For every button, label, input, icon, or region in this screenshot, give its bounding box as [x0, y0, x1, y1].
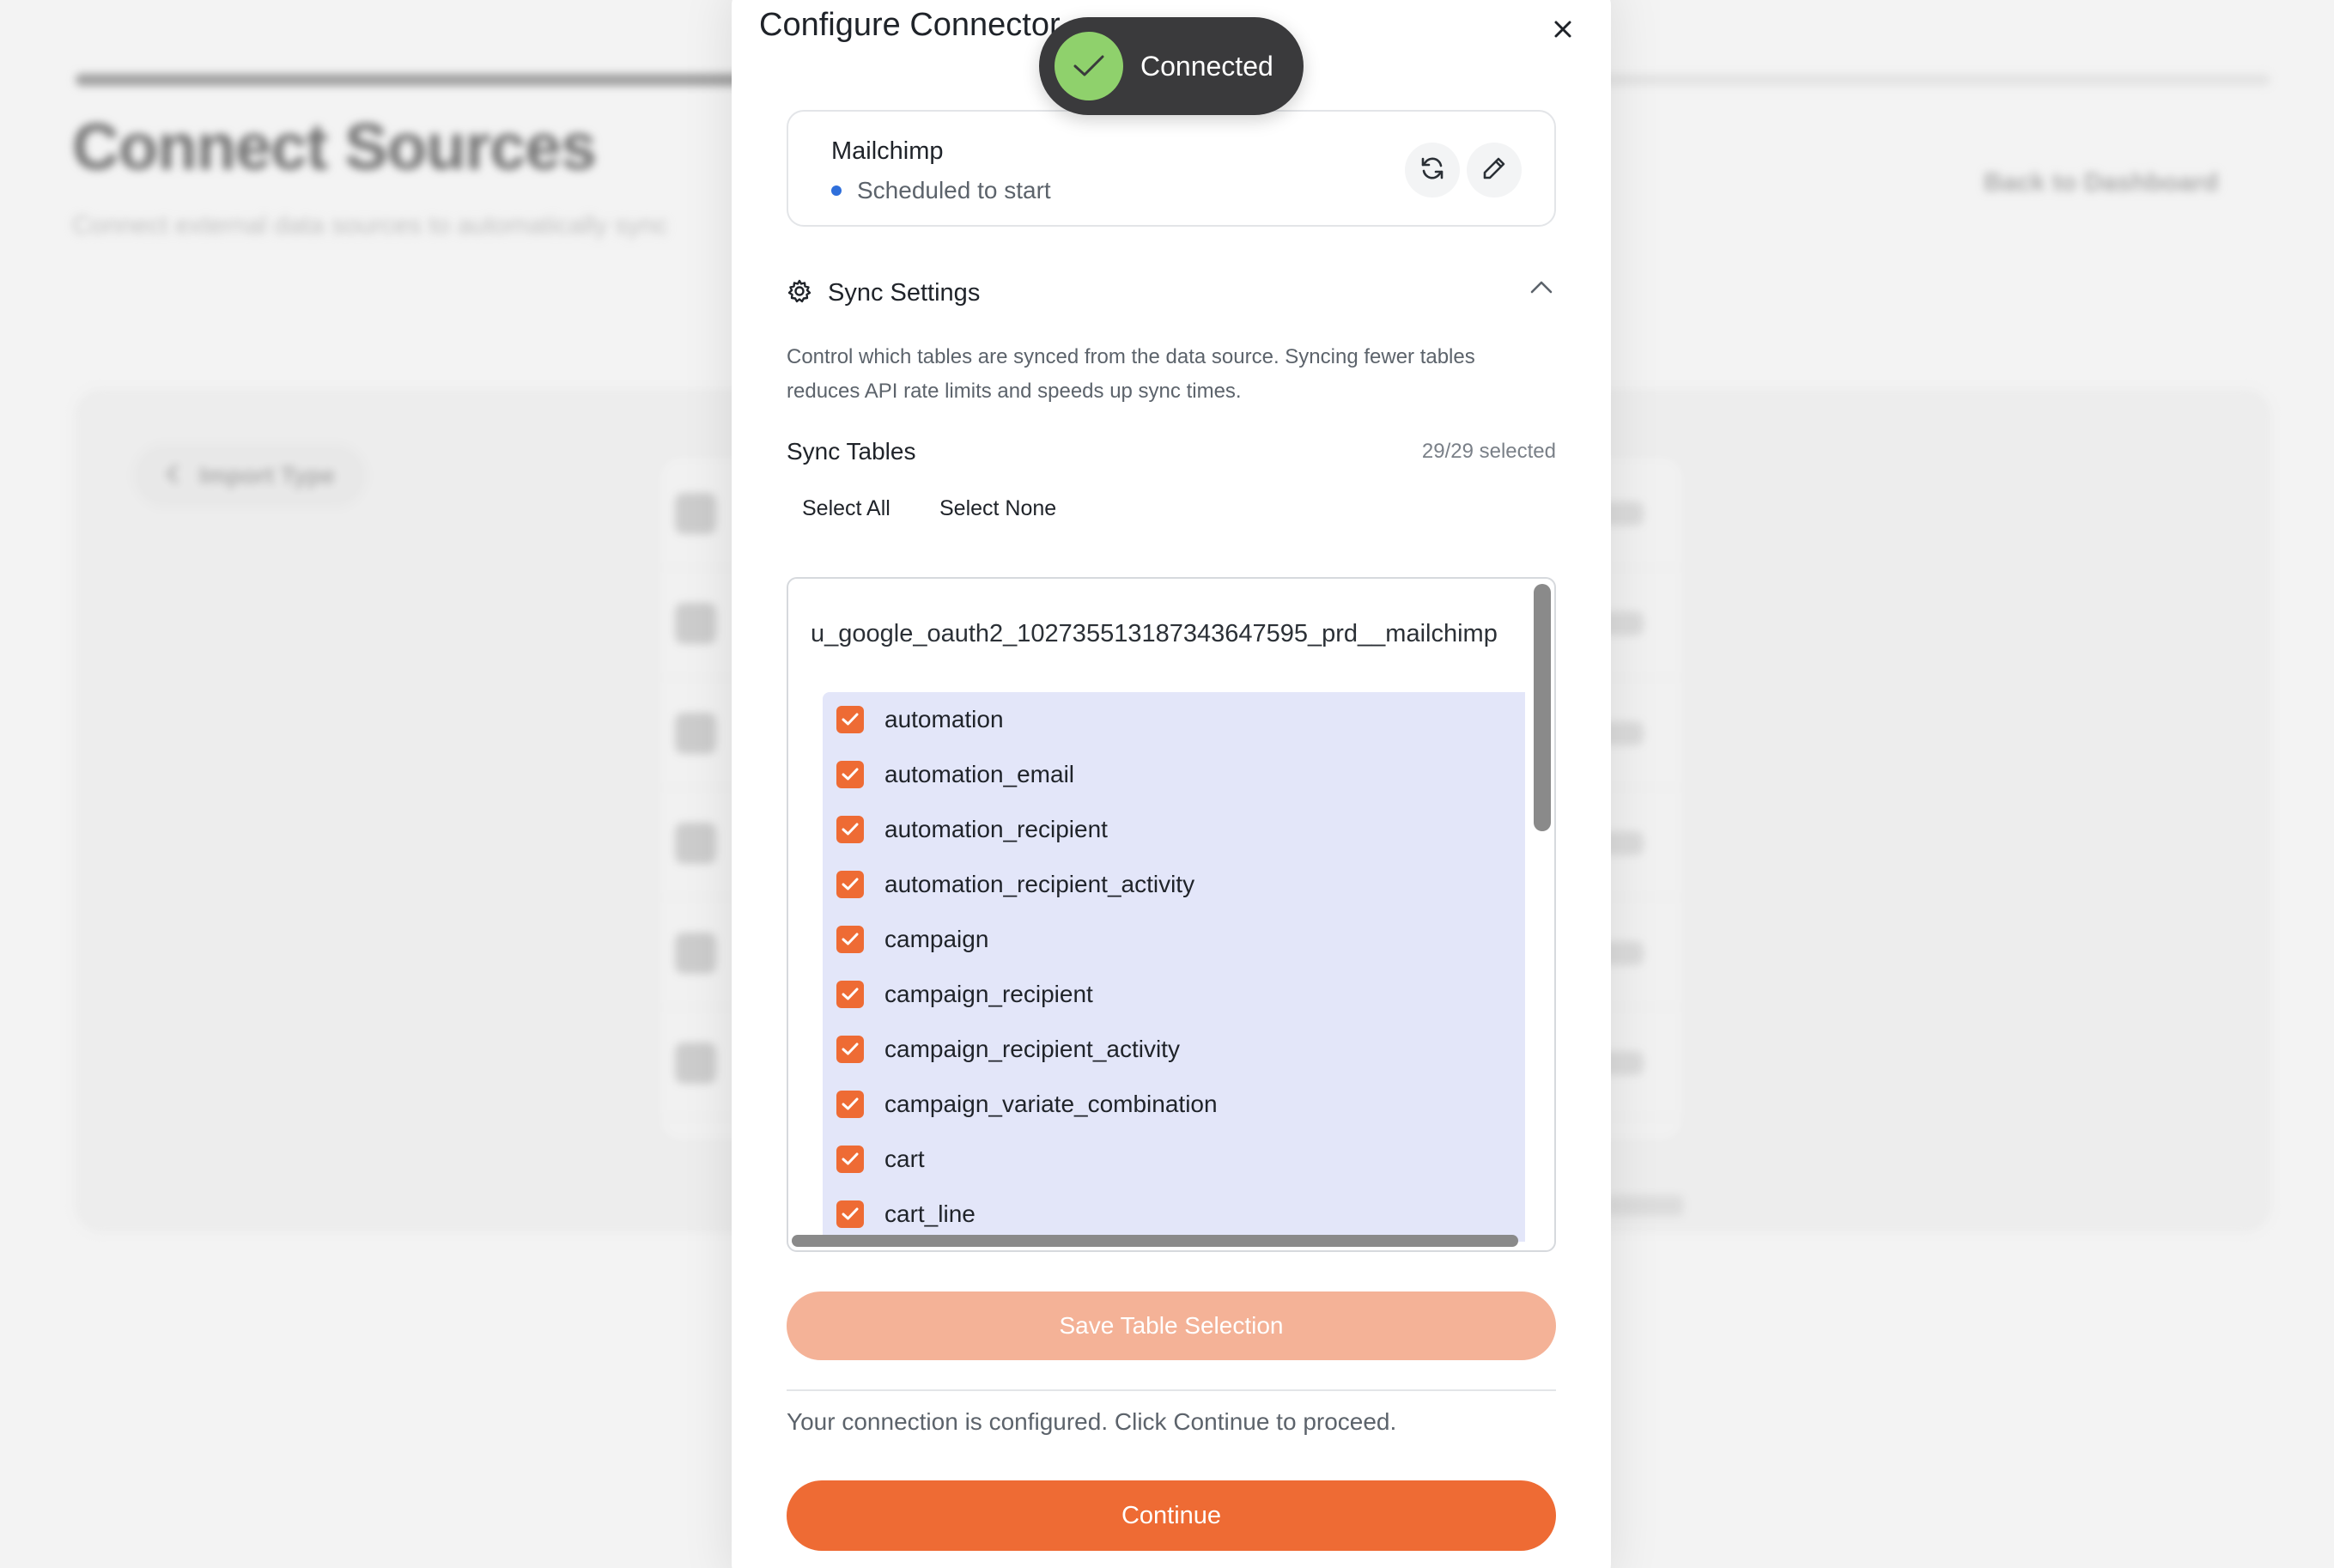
table-name: campaign_recipient: [884, 981, 1093, 1007]
table-checkbox[interactable]: [836, 1036, 864, 1063]
refresh-button[interactable]: [1405, 143, 1460, 198]
sync-settings-toggle[interactable]: Sync Settings: [787, 273, 1556, 313]
connection-card: Mailchimp Scheduled to start: [787, 110, 1556, 227]
table-checkbox[interactable]: [836, 1091, 864, 1118]
table-name: cart: [884, 1146, 925, 1172]
table-row[interactable]: automation_recipient: [823, 802, 1525, 857]
table-row[interactable]: campaign: [823, 912, 1525, 967]
table-list: automation automation_email automation_rec…: [823, 692, 1525, 1242]
table-name: automation_recipient_activity: [884, 871, 1195, 897]
status-dot: [831, 185, 842, 196]
table-name: cart_line: [884, 1200, 976, 1227]
toast-text: Connected: [1140, 50, 1273, 82]
status-text: Scheduled to start: [857, 177, 1051, 204]
connection-name: Mailchimp: [831, 137, 944, 165]
table-row[interactable]: campaign_recipient_activity: [823, 1022, 1525, 1077]
table-row[interactable]: automation_recipient_activity: [823, 857, 1525, 912]
select-all-button[interactable]: Select All: [802, 496, 890, 521]
table-checkbox[interactable]: [836, 706, 864, 733]
table-name: campaign_recipient_activity: [884, 1036, 1180, 1062]
horizontal-scrollbar[interactable]: [792, 1235, 1518, 1247]
divider: [787, 1389, 1556, 1391]
pencil-icon: [1481, 155, 1507, 185]
sync-settings-label: Sync Settings: [828, 278, 981, 307]
table-checkbox[interactable]: [836, 761, 864, 788]
table-row[interactable]: cart_line: [823, 1187, 1525, 1242]
table-row[interactable]: automation_email: [823, 747, 1525, 802]
table-checkbox[interactable]: [836, 816, 864, 843]
table-row[interactable]: campaign_recipient: [823, 967, 1525, 1022]
sync-description: Control which tables are synced from the…: [787, 345, 1475, 403]
select-none-button[interactable]: Select None: [939, 496, 1056, 521]
sync-tables-label: Sync Tables: [787, 438, 916, 465]
dialog-title: Configure Connector: [759, 7, 1061, 43]
table-name: campaign: [884, 926, 989, 952]
table-row[interactable]: campaign_variate_combination: [823, 1077, 1525, 1132]
table-checkbox[interactable]: [836, 981, 864, 1008]
close-button[interactable]: [1544, 12, 1582, 50]
table-name: automation_recipient: [884, 816, 1108, 842]
configure-connector-dialog: Configure Connector Mailchimp Scheduled …: [732, 0, 1611, 1568]
save-table-selection-button[interactable]: Save Table Selection: [787, 1291, 1556, 1360]
table-name: automation_email: [884, 761, 1075, 787]
table-checkbox[interactable]: [836, 1200, 864, 1228]
configured-message: Your connection is configured. Click Con…: [787, 1408, 1397, 1435]
vertical-scrollbar[interactable]: [1534, 584, 1551, 831]
selected-count: 29/29 selected: [1421, 440, 1556, 463]
edit-button[interactable]: [1467, 143, 1522, 198]
close-icon: [1553, 20, 1572, 43]
continue-button[interactable]: Continue: [787, 1480, 1556, 1551]
table-selection-box[interactable]: u_google_oauth2_102735513187343647595_pr…: [787, 577, 1556, 1252]
gear-icon: [787, 278, 812, 308]
check-icon: [1055, 32, 1123, 100]
connection-status: Scheduled to start: [831, 177, 1051, 204]
table-checkbox[interactable]: [836, 926, 864, 953]
connected-toast: Connected: [1039, 17, 1304, 115]
schema-name: u_google_oauth2_102735513187343647595_pr…: [811, 620, 1498, 647]
table-row[interactable]: cart: [823, 1132, 1525, 1187]
table-row[interactable]: automation: [823, 692, 1525, 747]
refresh-icon: [1419, 155, 1446, 186]
table-name: automation: [884, 706, 1004, 732]
chevron-up-icon: [1530, 280, 1553, 298]
table-checkbox[interactable]: [836, 871, 864, 898]
table-checkbox[interactable]: [836, 1146, 864, 1173]
table-name: campaign_variate_combination: [884, 1091, 1218, 1117]
